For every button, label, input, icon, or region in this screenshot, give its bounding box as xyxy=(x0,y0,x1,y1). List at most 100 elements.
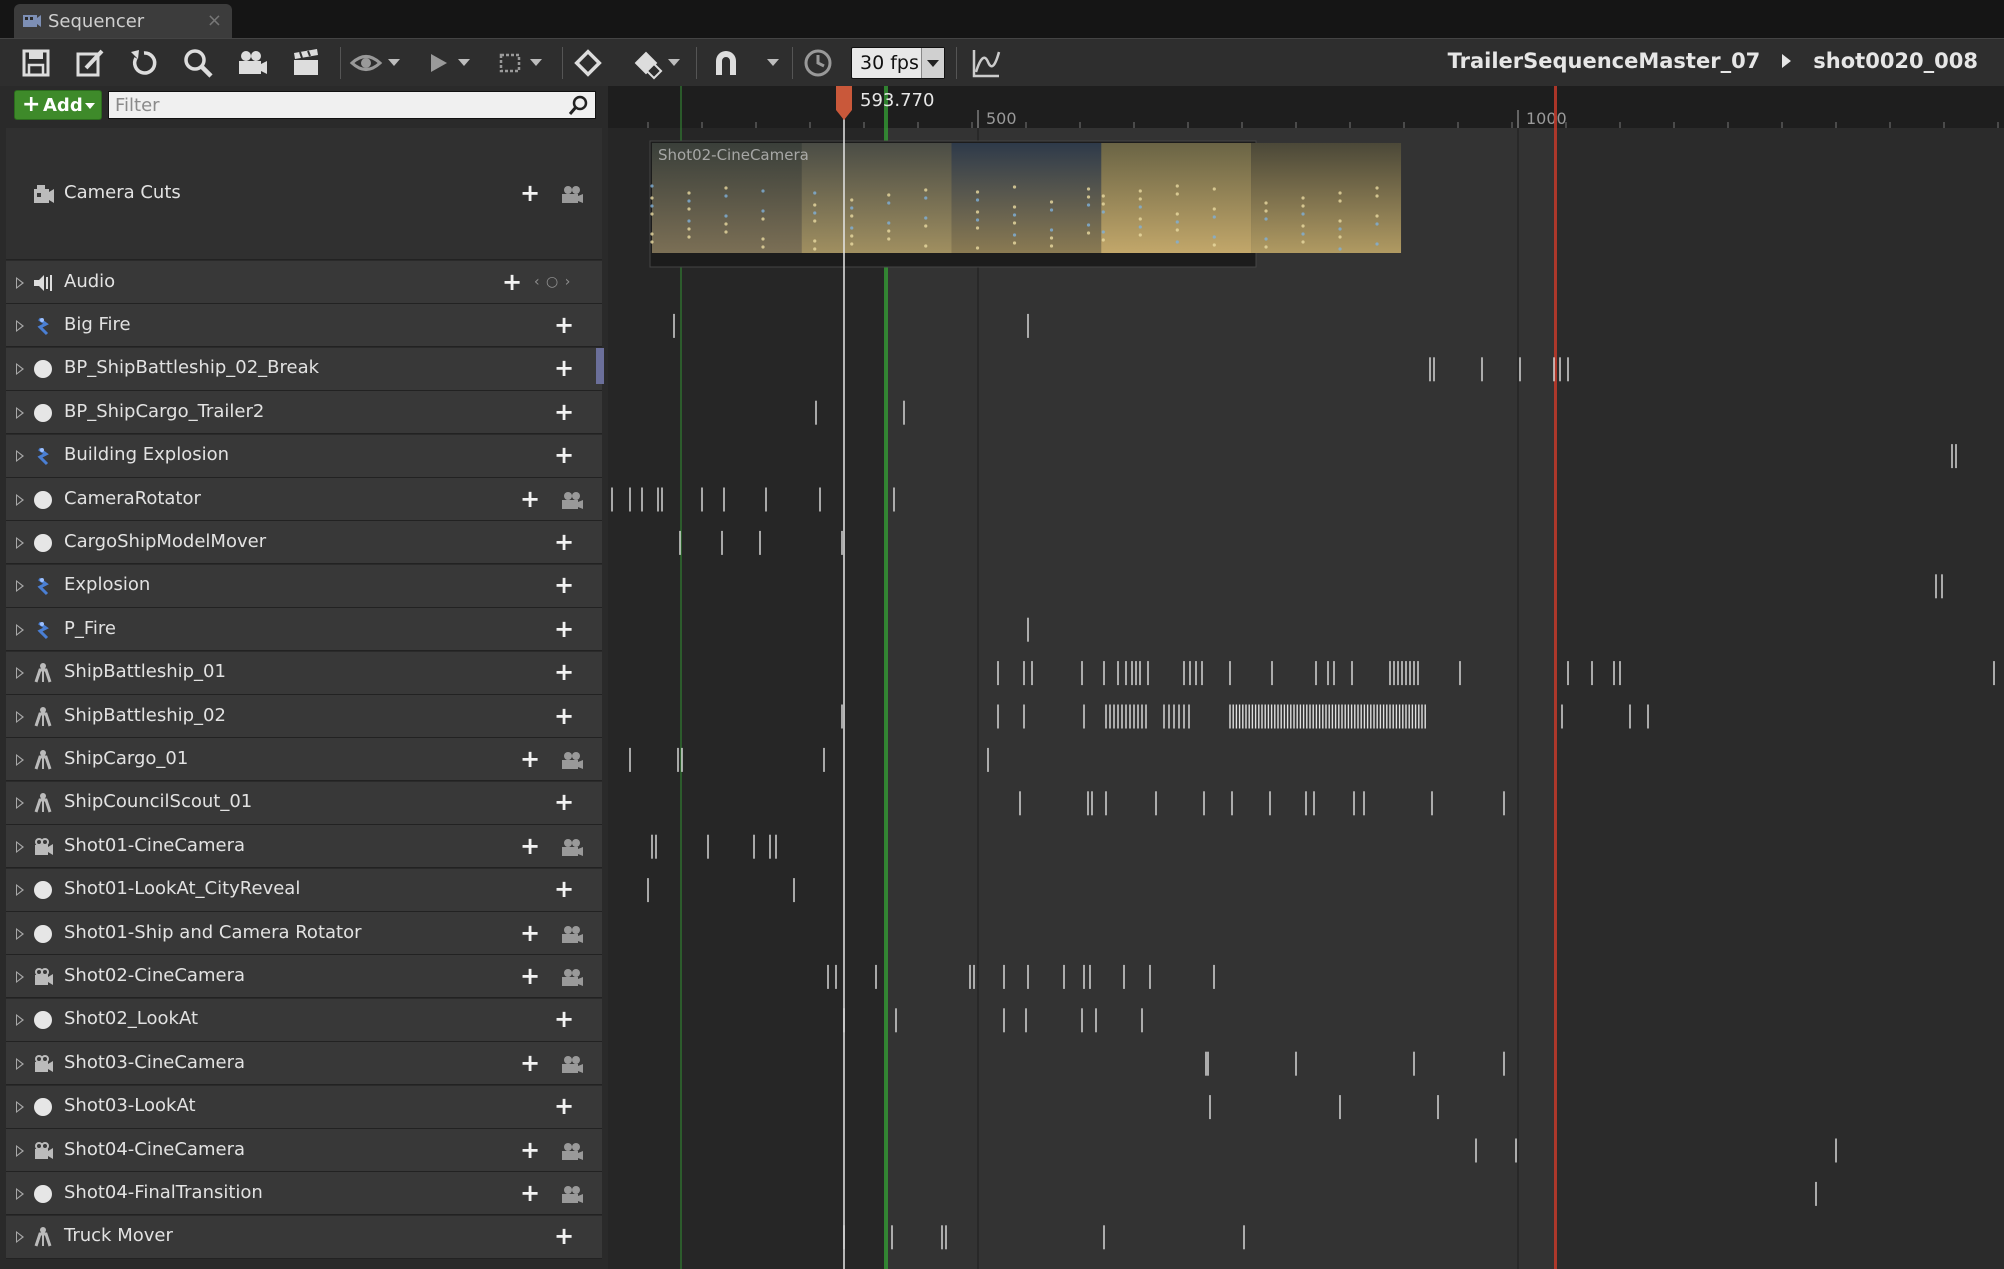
add-to-track-icon[interactable]: + xyxy=(554,1094,574,1118)
add-to-track-icon[interactable]: + xyxy=(520,921,540,945)
refresh-button[interactable] xyxy=(126,45,162,81)
expand-arrow-icon[interactable] xyxy=(16,580,24,593)
camera-lock-icon[interactable] xyxy=(560,490,584,510)
snap-dropdown-icon[interactable] xyxy=(767,59,779,66)
expand-arrow-icon[interactable] xyxy=(16,927,24,940)
track-row[interactable]: Camera Cuts + xyxy=(6,128,602,260)
time-ruler[interactable] xyxy=(608,86,2004,128)
add-to-track-icon[interactable]: + xyxy=(520,181,540,205)
add-to-track-icon[interactable]: + xyxy=(520,964,540,988)
add-to-track-icon[interactable]: + xyxy=(554,400,574,424)
playback-end-marker[interactable] xyxy=(1554,86,1557,1269)
track-row[interactable]: Shot01-Ship and Camera Rotator + xyxy=(6,912,602,955)
track-row[interactable]: ShipBattleship_02 + xyxy=(6,695,602,738)
camera-lock-icon[interactable] xyxy=(560,184,584,204)
timeline-area[interactable]: 500 1000 Shot02-CineCamera 593.770 xyxy=(608,86,2004,1269)
track-row[interactable]: CargoShipModelMover + xyxy=(6,521,602,565)
add-key-button[interactable] xyxy=(570,45,606,81)
expand-arrow-icon[interactable] xyxy=(16,536,24,549)
track-row[interactable]: BP_ShipCargo_Trailer2 + xyxy=(6,391,602,435)
tab-close-icon[interactable]: × xyxy=(207,10,222,31)
track-row[interactable]: Building Explosion + xyxy=(6,434,602,478)
fps-selector[interactable]: 30 fps xyxy=(851,47,945,79)
camera-lock-icon[interactable] xyxy=(560,837,584,857)
track-row[interactable]: BP_ShipBattleship_02_Break + xyxy=(6,347,602,391)
add-to-track-icon[interactable]: + xyxy=(520,1181,540,1205)
track-row[interactable]: Shot04-CineCamera + xyxy=(6,1129,602,1172)
filter-input[interactable] xyxy=(108,91,596,119)
track-row[interactable]: ShipCouncilScout_01 + xyxy=(6,781,602,825)
expand-arrow-icon[interactable] xyxy=(16,406,24,419)
camera-lock-icon[interactable] xyxy=(560,1184,584,1204)
expand-arrow-icon[interactable] xyxy=(16,319,24,332)
expand-arrow-icon[interactable] xyxy=(16,840,24,853)
expand-arrow-icon[interactable] xyxy=(16,710,24,723)
track-row[interactable]: CameraRotator + xyxy=(6,478,602,521)
camera-button[interactable] xyxy=(234,45,270,81)
track-row[interactable]: Shot03-LookAt + xyxy=(6,1085,602,1129)
expand-arrow-icon[interactable] xyxy=(16,1231,24,1244)
key-options-dropdown-icon[interactable] xyxy=(668,59,680,66)
expand-arrow-icon[interactable] xyxy=(16,493,24,506)
add-to-track-icon[interactable]: + xyxy=(554,790,574,814)
add-to-track-icon[interactable]: + xyxy=(554,877,574,901)
add-to-track-icon[interactable]: + xyxy=(520,1051,540,1075)
camera-lock-icon[interactable] xyxy=(560,1054,584,1074)
save-as-button[interactable] xyxy=(72,45,108,81)
add-to-track-icon[interactable]: + xyxy=(554,573,574,597)
add-to-track-icon[interactable]: + xyxy=(554,704,574,728)
add-to-track-icon[interactable]: + xyxy=(502,270,522,294)
selection-dropdown-icon[interactable] xyxy=(530,59,542,66)
curve-editor-button[interactable] xyxy=(968,45,1004,81)
track-row[interactable]: Shot02-CineCamera + xyxy=(6,955,602,999)
expand-arrow-icon[interactable] xyxy=(16,276,24,289)
add-to-track-icon[interactable]: + xyxy=(554,1224,574,1248)
add-to-track-icon[interactable]: + xyxy=(554,660,574,684)
track-row[interactable]: Shot01-LookAt_CityReveal + xyxy=(6,868,602,912)
add-to-track-icon[interactable]: + xyxy=(554,313,574,337)
breadcrumb-sequence[interactable]: TrailerSequenceMaster_07 xyxy=(1448,49,1761,73)
add-to-track-icon[interactable]: + xyxy=(554,356,574,380)
expand-arrow-icon[interactable] xyxy=(16,1101,24,1114)
add-to-track-icon[interactable]: + xyxy=(554,443,574,467)
expand-arrow-icon[interactable] xyxy=(16,363,24,376)
fps-dropdown-icon[interactable] xyxy=(921,48,944,78)
track-row[interactable]: ShipCargo_01 + xyxy=(6,738,602,782)
add-to-track-icon[interactable]: + xyxy=(520,487,540,511)
scrollbar-thumb[interactable] xyxy=(596,348,604,384)
key-options-button[interactable] xyxy=(628,45,664,81)
key-navigation[interactable]: ‹ ○ › xyxy=(534,274,571,290)
track-row[interactable]: Shot01-CineCamera + xyxy=(6,825,602,869)
expand-arrow-icon[interactable] xyxy=(16,1057,24,1070)
expand-arrow-icon[interactable] xyxy=(16,797,24,810)
expand-arrow-icon[interactable] xyxy=(16,667,24,680)
add-to-track-icon[interactable]: + xyxy=(554,530,574,554)
add-to-track-icon[interactable]: + xyxy=(554,1007,574,1031)
add-to-track-icon[interactable]: + xyxy=(520,834,540,858)
find-button[interactable] xyxy=(180,45,216,81)
add-to-track-icon[interactable]: + xyxy=(520,1138,540,1162)
expand-arrow-icon[interactable] xyxy=(16,1014,24,1027)
search-icon[interactable] xyxy=(568,94,590,116)
track-row[interactable]: Big Fire + xyxy=(6,304,602,348)
expand-arrow-icon[interactable] xyxy=(16,1187,24,1200)
track-row[interactable]: Truck Mover + xyxy=(6,1215,602,1259)
expand-arrow-icon[interactable] xyxy=(16,450,24,463)
snap-button[interactable] xyxy=(708,45,744,81)
timeline-canvas[interactable]: 500 1000 Shot02-CineCamera 593.770 xyxy=(608,86,2004,1269)
track-row[interactable]: Explosion + xyxy=(6,564,602,608)
expand-arrow-icon[interactable] xyxy=(16,970,24,983)
camera-lock-icon[interactable] xyxy=(560,967,584,987)
breadcrumb-shot[interactable]: shot0020_008 xyxy=(1813,49,1978,73)
add-to-track-icon[interactable]: + xyxy=(554,617,574,641)
track-row[interactable]: Shot03-CineCamera + xyxy=(6,1042,602,1086)
sequencer-tab[interactable]: Sequencer × xyxy=(14,4,232,38)
play-options-dropdown-icon[interactable] xyxy=(458,59,470,66)
track-row[interactable]: Shot04-FinalTransition + xyxy=(6,1172,602,1216)
add-to-track-icon[interactable]: + xyxy=(520,747,540,771)
expand-arrow-icon[interactable] xyxy=(16,753,24,766)
view-options-dropdown-icon[interactable] xyxy=(388,59,400,66)
expand-arrow-icon[interactable] xyxy=(16,623,24,636)
camera-lock-icon[interactable] xyxy=(560,750,584,770)
expand-arrow-icon[interactable] xyxy=(16,1144,24,1157)
